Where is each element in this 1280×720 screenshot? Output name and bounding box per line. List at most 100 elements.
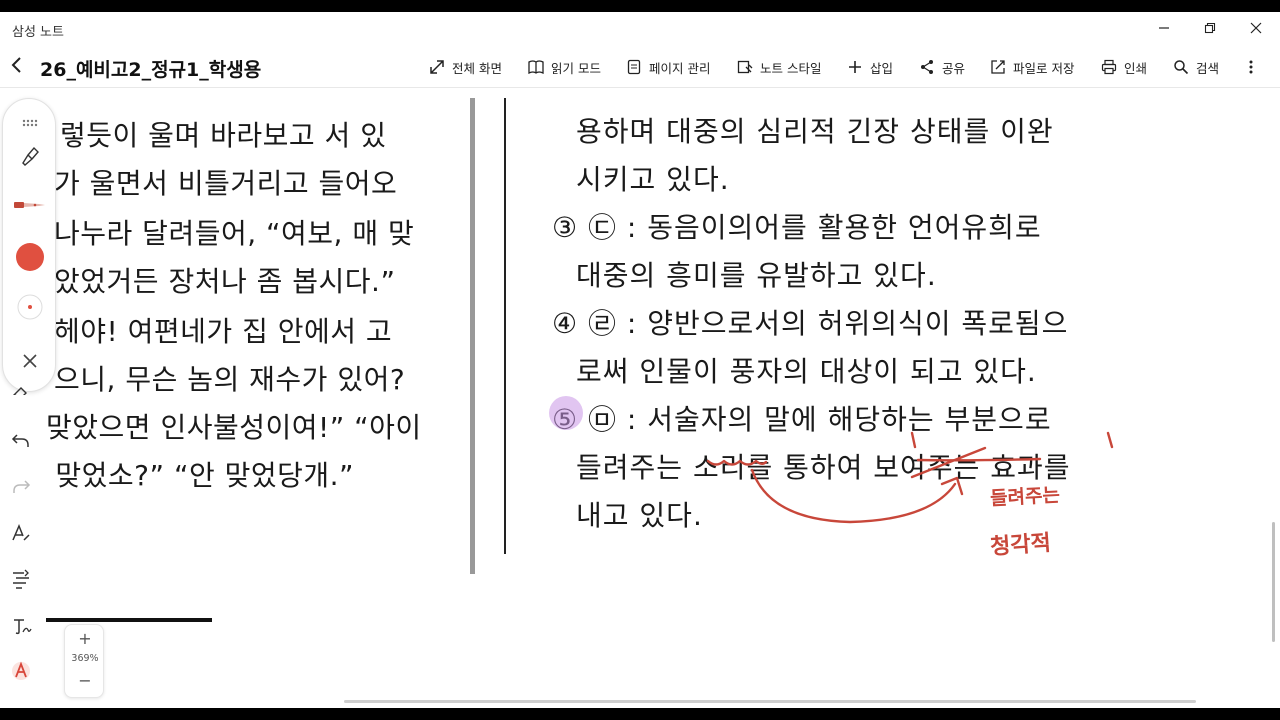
search-icon (1172, 58, 1190, 76)
align-tool[interactable] (8, 566, 34, 592)
close-icon (23, 354, 37, 368)
book-icon (527, 58, 545, 76)
undo-icon (11, 434, 29, 447)
zoom-in-button[interactable]: + (65, 629, 105, 648)
eraser-icon (13, 387, 27, 395)
search-button[interactable]: 검색 (1172, 56, 1219, 78)
redo-icon (13, 480, 31, 493)
size-dot-icon (17, 294, 43, 320)
text-tool[interactable] (8, 520, 34, 546)
right-page: 용하며 대중의 심리적 긴장 상태를 이완 시키고 있다. ③ ㉢ : 동음이의… (546, 88, 1246, 608)
page-manage-button[interactable]: 페이지 관리 (625, 56, 710, 78)
horizontal-scrollbar[interactable] (344, 700, 1196, 703)
handwritten-note-auditory: 청각적 (989, 530, 1052, 561)
handwritten-note-listen: 들려주는 (989, 484, 1061, 510)
chevron-left-icon (11, 57, 21, 73)
right-text-line: ④ ㉣ : 양반으로서의 허위의식이 폭로됨으 (552, 307, 1069, 340)
right-text-line: 로써 인물이 풍자의 대상이 되고 있다. (576, 355, 1037, 388)
grid-handle-icon (22, 119, 38, 127)
insert-button[interactable]: 삽입 (846, 56, 893, 78)
note-canvas[interactable]: 렇듯이 울며 바라보고 서 있 가 울면서 비틀거리고 들어오 나누라 달려들어… (46, 88, 1280, 708)
left-text-line: 헤야! 여편네가 집 안에서 고 (54, 315, 393, 348)
highlighter-icon (22, 146, 39, 166)
pen-tool[interactable] (3, 199, 57, 211)
share-button[interactable]: 공유 (918, 56, 965, 78)
pen-size-button[interactable] (3, 293, 57, 321)
right-text-line: ③ ㉢ : 동음이의어를 활용한 언어유희로 (552, 211, 1042, 244)
fullscreen-label: 전체 화면 (452, 60, 502, 76)
page-manage-label: 페이지 관리 (649, 60, 711, 76)
zoom-out-button[interactable]: − (65, 671, 105, 690)
right-text-line: 들려주는 소리를 통하여 보여주는 효과를 (576, 451, 1071, 484)
close-icon (1250, 22, 1262, 34)
close-palette-button[interactable] (3, 353, 57, 369)
left-text-line: 렇듯이 울며 바라보고 서 있 (60, 119, 387, 152)
pen-color-swatch[interactable] (3, 243, 57, 271)
left-text-line: 았었거든 장처나 좀 봅시다.” (54, 265, 396, 298)
left-text-line: 맞았으면 인사불성이여!” “아이 (46, 411, 422, 444)
note-style-label: 노트 스타일 (760, 60, 822, 76)
title-bar: 삼성 노트 (0, 12, 1280, 44)
minimize-icon (1159, 27, 1169, 29)
toolbar: 26_예비고2_정규1_학생용 전체 화면 읽기 모드 페이지 관리 노트 스타… (0, 44, 1280, 88)
insert-label: 삽입 (870, 60, 894, 76)
pen-a-tool[interactable] (8, 658, 34, 684)
note-style-button[interactable]: 노트 스타일 (736, 56, 821, 78)
align-icon (13, 569, 29, 589)
left-page: 렇듯이 울며 바라보고 서 있 가 울면서 비틀거리고 들어오 나누라 달려들어… (46, 88, 471, 608)
page-divider (470, 98, 475, 574)
page-icon (625, 58, 643, 76)
right-text-line: 대중의 흥미를 유발하고 있다. (576, 259, 937, 292)
save-as-file-button[interactable]: 파일로 저장 (989, 56, 1074, 78)
style-icon (736, 58, 754, 76)
app-window: 삼성 노트 26_예비고2_정규1_학생용 전체 화면 읽기 모드 페이지 관리 (0, 12, 1280, 708)
right-text-line: ⑤ ㉤ : 서술자의 말에 해당하는 부분으로 (552, 403, 1052, 436)
left-text-line: 나누라 달려들어, “여보, 매 맞 (54, 217, 415, 250)
left-text-line: 맞었소?” “안 맞었당개.” (46, 459, 355, 492)
document-title: 26_예비고2_정규1_학생용 (40, 59, 262, 81)
zoom-control: + 369% − (64, 624, 104, 698)
pen-icon (14, 202, 45, 208)
left-text-line: 으니, 무슨 놈의 재수가 있어? (54, 363, 406, 396)
zoom-level: 369% (71, 653, 99, 664)
maximize-button[interactable] (1196, 16, 1224, 40)
column-rule (504, 98, 506, 554)
restore-icon (1204, 22, 1216, 34)
expand-icon (428, 58, 446, 76)
print-icon (1100, 58, 1118, 76)
palette-handle[interactable] (3, 119, 57, 127)
pen-a-icon (12, 661, 30, 680)
vertical-scrollbar[interactable] (1272, 522, 1275, 642)
back-button[interactable] (10, 54, 30, 78)
undo-button[interactable] (8, 428, 34, 454)
app-title: 삼성 노트 (12, 25, 64, 40)
share-icon (918, 58, 936, 76)
right-text-line: 시키고 있다. (576, 163, 730, 196)
text-tool-icon (12, 524, 30, 541)
minimize-button[interactable] (1150, 16, 1178, 40)
handwriting-to-text-tool[interactable] (8, 612, 34, 638)
highlighter-tool[interactable] (3, 145, 57, 167)
export-icon (989, 58, 1007, 76)
print-label: 인쇄 (1124, 60, 1148, 76)
pen-cursor (549, 396, 583, 430)
save-as-file-label: 파일로 저장 (1013, 60, 1075, 76)
pen-palette (2, 98, 56, 392)
eraser-tool[interactable] (8, 383, 34, 395)
color-swatch (16, 243, 44, 271)
fullscreen-button[interactable]: 전체 화면 (428, 56, 502, 78)
more-options-button[interactable] (1244, 56, 1258, 78)
more-vertical-icon (1249, 60, 1253, 74)
right-text-line: 용하며 대중의 심리적 긴장 상태를 이완 (576, 115, 1054, 148)
search-label: 검색 (1196, 60, 1220, 76)
reading-mode-label: 읽기 모드 (551, 60, 601, 76)
handwriting-icon (14, 619, 32, 635)
right-text-line: 내고 있다. (576, 499, 703, 532)
horizontal-rule (46, 618, 212, 622)
redo-button[interactable] (8, 474, 34, 500)
share-label: 공유 (942, 60, 966, 76)
print-button[interactable]: 인쇄 (1100, 56, 1147, 78)
plus-icon (846, 58, 864, 76)
reading-mode-button[interactable]: 읽기 모드 (527, 56, 601, 78)
close-window-button[interactable] (1242, 16, 1270, 40)
